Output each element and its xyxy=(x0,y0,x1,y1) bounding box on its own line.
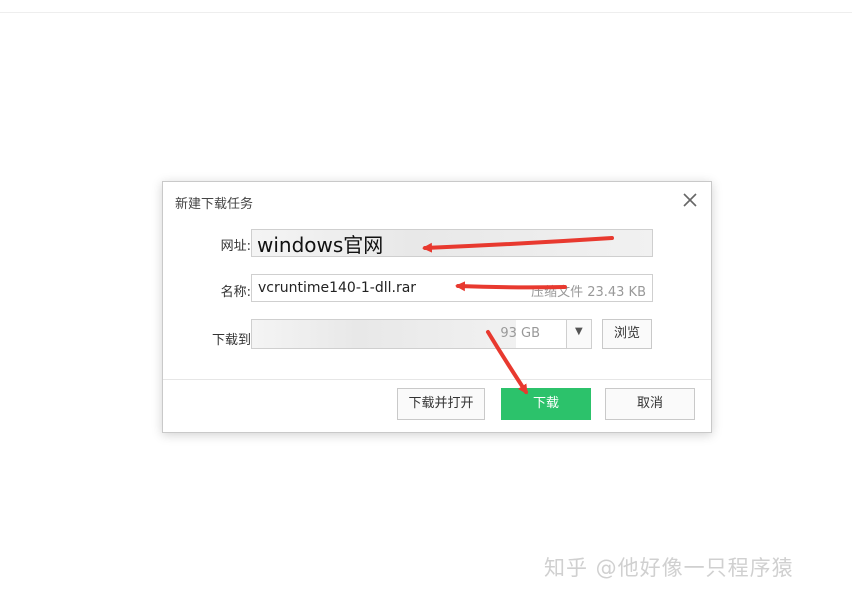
download-button[interactable]: 下载 xyxy=(501,388,591,420)
save-path-input[interactable]: 93 GB xyxy=(251,319,567,349)
new-download-dialog: 新建下载任务 网址: windows官网 名称: vcruntime140-1-… xyxy=(162,181,712,433)
close-icon[interactable] xyxy=(679,189,701,211)
save-location-label: 下载到 xyxy=(211,333,251,348)
free-space-text: 93 GB xyxy=(500,326,540,341)
dialog-title-bar: 新建下载任务 xyxy=(163,182,711,220)
filename-input[interactable]: vcruntime140-1-dll.rar 压缩文件 23.43 KB xyxy=(251,274,653,302)
file-type-size: 压缩文件 23.43 KB xyxy=(531,285,646,300)
save-path-blurred-area xyxy=(252,320,516,348)
dialog-title: 新建下载任务 xyxy=(175,197,254,212)
filename-value: vcruntime140-1-dll.rar xyxy=(258,280,417,296)
url-annotation-text: windows官网 xyxy=(257,233,384,257)
browse-button[interactable]: 浏览 xyxy=(602,319,652,349)
name-label: 名称: xyxy=(220,285,251,300)
chevron-down-icon: ▼ xyxy=(575,326,583,337)
download-and-open-button[interactable]: 下载并打开 xyxy=(397,388,485,420)
watermark: 知乎 @他好像一只程序猿 xyxy=(544,556,794,580)
footer-divider xyxy=(163,379,711,380)
save-path-dropdown[interactable]: ▼ xyxy=(566,319,592,349)
top-divider xyxy=(0,12,852,13)
cancel-button[interactable]: 取消 xyxy=(605,388,695,420)
url-label: 网址: xyxy=(220,239,251,254)
